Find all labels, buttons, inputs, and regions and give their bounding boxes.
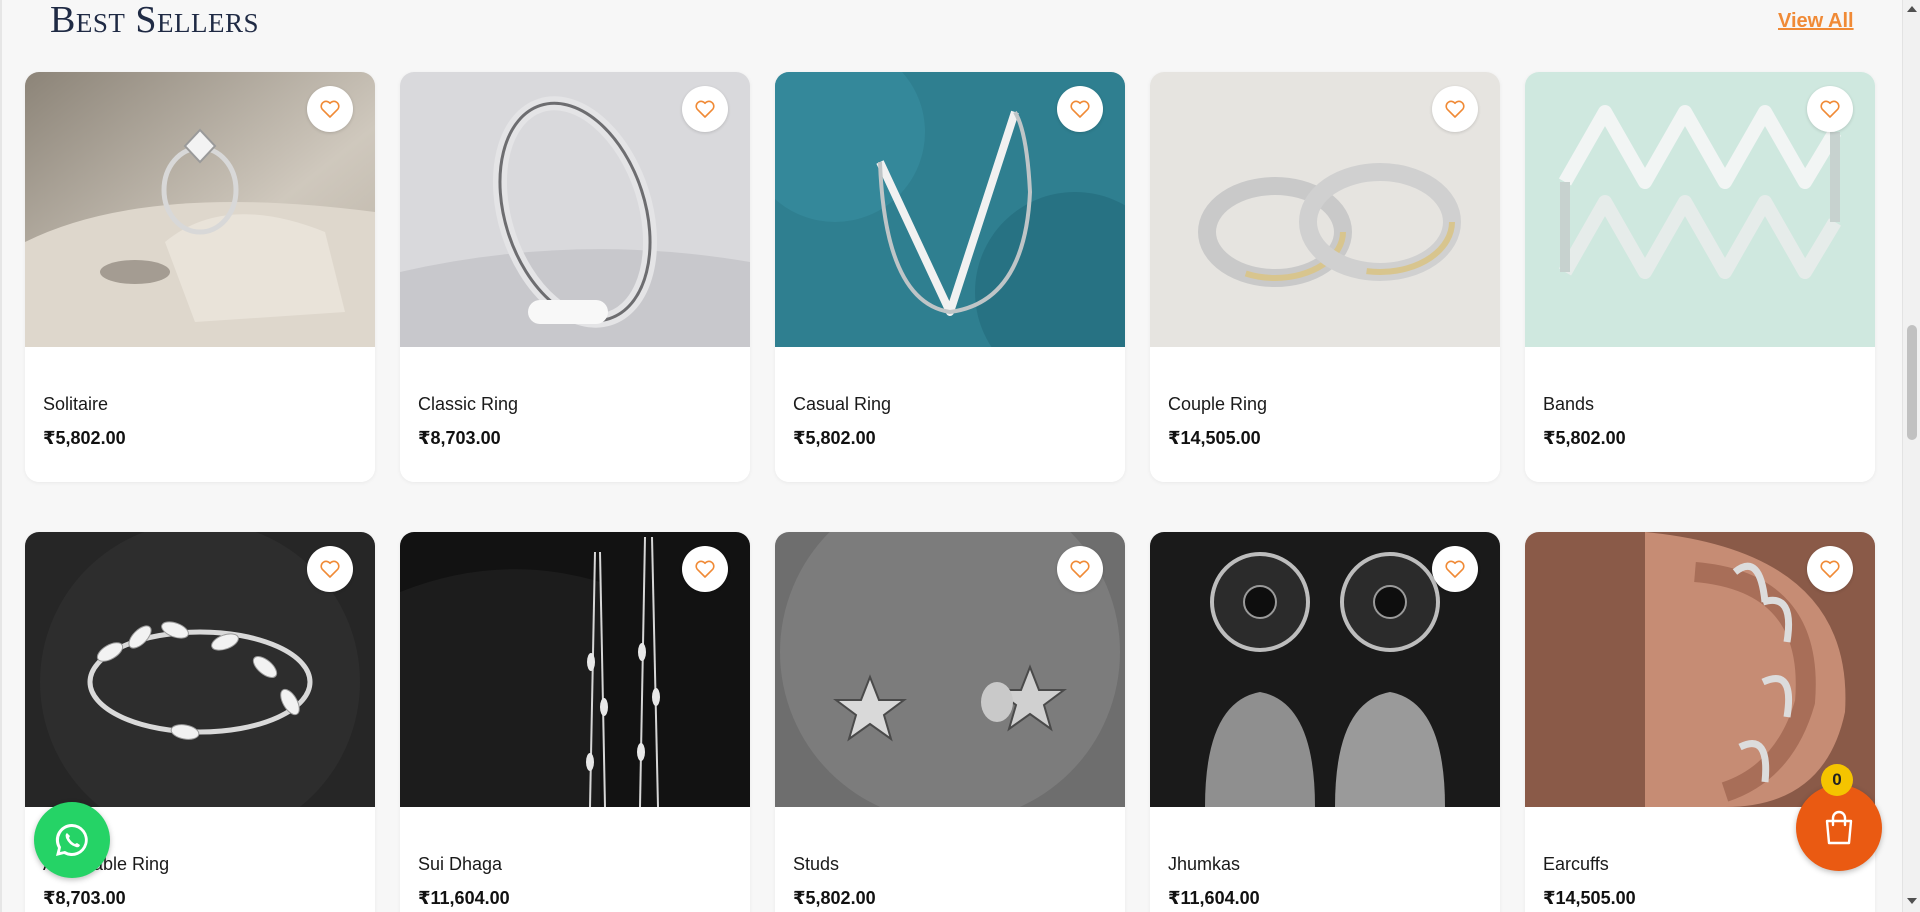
heart-icon <box>695 560 715 578</box>
product-name[interactable]: Studs <box>793 854 839 875</box>
heart-icon <box>320 560 340 578</box>
shopping-bag-icon <box>1825 810 1853 845</box>
scroll-down-icon[interactable] <box>1907 898 1917 904</box>
wishlist-button[interactable] <box>307 86 353 132</box>
product-price: ₹8,703.00 <box>418 428 501 448</box>
product-card[interactable]: Classic Ring ₹8,703.00 <box>400 72 750 482</box>
product-card[interactable]: Solitaire ₹5,802.00 <box>25 72 375 482</box>
product-name[interactable]: Sui Dhaga <box>418 854 502 875</box>
product-price: ₹5,802.00 <box>793 888 876 908</box>
product-info: Casual Ring ₹5,802.00 <box>775 362 1125 482</box>
heart-icon <box>1820 100 1840 118</box>
wishlist-button[interactable] <box>1057 546 1103 592</box>
product-info: Sui Dhaga ₹11,604.00 <box>400 822 750 912</box>
section-title: Best Sellers <box>50 0 259 41</box>
whatsapp-icon <box>55 823 88 856</box>
wishlist-button[interactable] <box>682 86 728 132</box>
heart-icon <box>1820 560 1840 578</box>
page: Best Sellers View All Solitaire ₹5,802.0… <box>0 0 1920 912</box>
wishlist-button[interactable] <box>307 546 353 592</box>
product-name[interactable]: Solitaire <box>43 394 108 415</box>
product-name[interactable]: Couple Ring <box>1168 394 1267 415</box>
product-card[interactable]: Casual Ring ₹5,802.00 <box>775 72 1125 482</box>
heart-icon <box>320 100 340 118</box>
cart-button[interactable] <box>1796 785 1882 871</box>
product-price: ₹8,703.00 <box>43 888 126 908</box>
whatsapp-button[interactable] <box>34 802 110 878</box>
product-name[interactable]: Jhumkas <box>1168 854 1240 875</box>
product-info: Solitaire ₹5,802.00 <box>25 362 375 482</box>
product-name[interactable]: Bands <box>1543 394 1594 415</box>
page-edge <box>0 0 2 912</box>
product-price: ₹14,505.00 <box>1168 428 1261 448</box>
product-card[interactable]: Couple Ring ₹14,505.00 <box>1150 72 1500 482</box>
product-info: Studs ₹5,802.00 <box>775 822 1125 912</box>
wishlist-button[interactable] <box>1807 546 1853 592</box>
product-price: ₹5,802.00 <box>43 428 126 448</box>
product-card[interactable]: Studs ₹5,802.00 <box>775 532 1125 912</box>
product-price: ₹14,505.00 <box>1543 888 1636 908</box>
heart-icon <box>695 100 715 118</box>
wishlist-button[interactable] <box>1807 86 1853 132</box>
product-price: ₹5,802.00 <box>793 428 876 448</box>
product-price: ₹5,802.00 <box>1543 428 1626 448</box>
product-card[interactable]: Bands ₹5,802.00 <box>1525 72 1875 482</box>
product-name[interactable]: Classic Ring <box>418 394 518 415</box>
product-name[interactable]: Earcuffs <box>1543 854 1609 875</box>
product-price: ₹11,604.00 <box>418 888 510 908</box>
heart-icon <box>1445 560 1465 578</box>
scrollbar[interactable] <box>1902 0 1920 912</box>
heart-icon <box>1445 100 1465 118</box>
view-all-link[interactable]: View All <box>1778 10 1854 33</box>
product-info: Bands ₹5,802.00 <box>1525 362 1875 482</box>
heart-icon <box>1070 100 1090 118</box>
wishlist-button[interactable] <box>1057 86 1103 132</box>
product-info: Couple Ring ₹14,505.00 <box>1150 362 1500 482</box>
cart-count-badge: 0 <box>1821 764 1853 796</box>
product-price: ₹11,604.00 <box>1168 888 1260 908</box>
scrollbar-thumb[interactable] <box>1907 325 1917 440</box>
wishlist-button[interactable] <box>1432 86 1478 132</box>
product-info: Jhumkas ₹11,604.00 <box>1150 822 1500 912</box>
section-header: Best Sellers View All <box>50 0 1854 44</box>
wishlist-button[interactable] <box>1432 546 1478 592</box>
product-card[interactable]: Jhumkas ₹11,604.00 <box>1150 532 1500 912</box>
wishlist-button[interactable] <box>682 546 728 592</box>
scroll-up-icon[interactable] <box>1907 6 1917 12</box>
product-info: Classic Ring ₹8,703.00 <box>400 362 750 482</box>
heart-icon <box>1070 560 1090 578</box>
product-name[interactable]: Casual Ring <box>793 394 891 415</box>
product-card[interactable]: Sui Dhaga ₹11,604.00 <box>400 532 750 912</box>
